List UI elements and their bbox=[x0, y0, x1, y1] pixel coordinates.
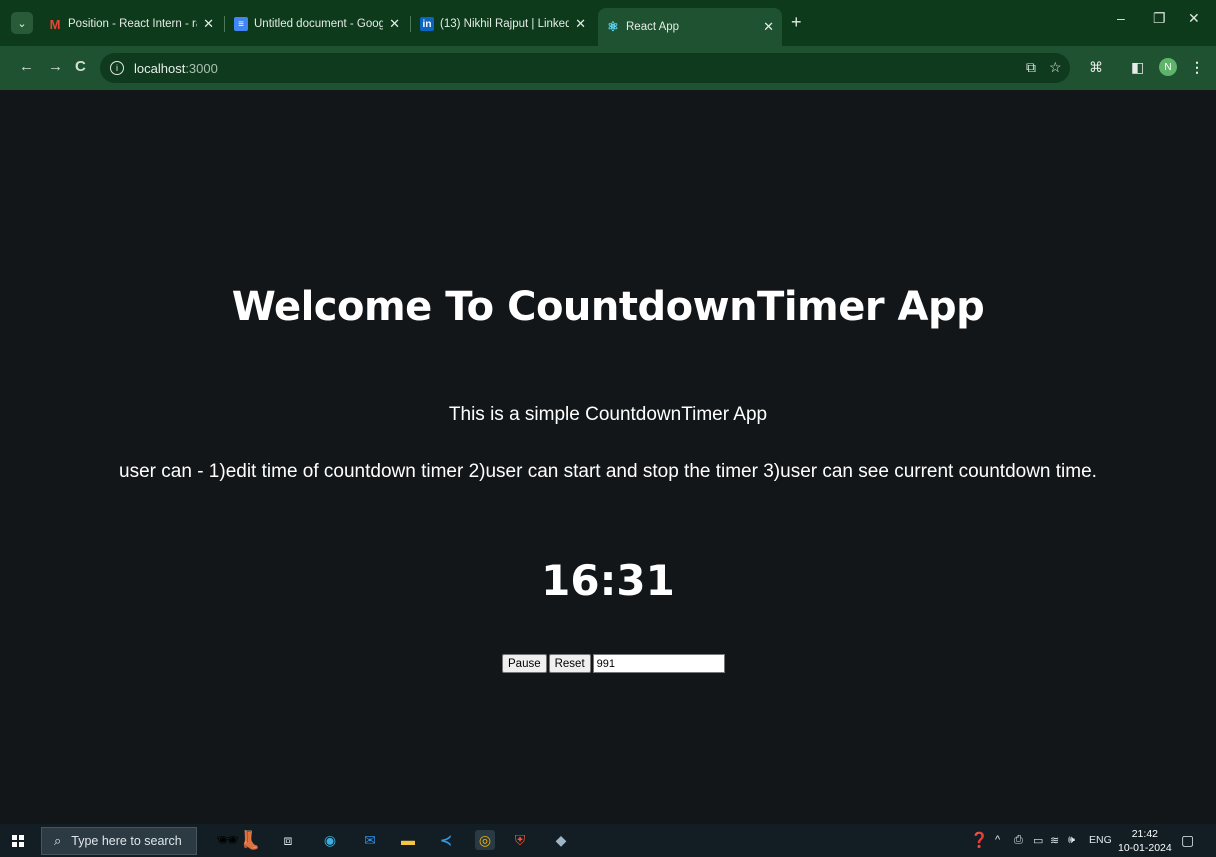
tab-title: Position - React Intern - rajnikh bbox=[68, 18, 197, 30]
new-tab-button[interactable]: + bbox=[791, 12, 802, 33]
tab-close-icon[interactable]: ✕ bbox=[575, 16, 586, 32]
google-docs-icon: ≡ bbox=[234, 17, 248, 31]
tray-chevron-icon[interactable]: ^ bbox=[995, 834, 1000, 846]
taskbar-search-box[interactable]: ⌕ Type here to search bbox=[41, 827, 197, 855]
tab-title: (13) Nikhil Rajput | LinkedIn bbox=[440, 18, 570, 30]
back-icon[interactable]: ← bbox=[19, 58, 34, 75]
more-menu-icon[interactable]: ⋮ bbox=[1190, 59, 1204, 76]
forward-icon[interactable]: → bbox=[48, 58, 63, 75]
address-bar[interactable]: i localhost:3000 bbox=[100, 53, 1070, 83]
mail-icon[interactable]: ✉ bbox=[360, 830, 380, 850]
reset-button[interactable]: Reset bbox=[548, 654, 591, 673]
clock-date: 10-01-2024 bbox=[1118, 842, 1172, 854]
features-text: user can - 1)edit time of countdown time… bbox=[119, 461, 1097, 482]
restore-icon[interactable]: ❐ bbox=[1153, 10, 1166, 27]
tab-title: Untitled document - Google Do bbox=[254, 18, 384, 30]
notepad-icon[interactable]: ◆ bbox=[551, 830, 571, 850]
gmail-icon: M bbox=[49, 16, 61, 32]
side-panel-icon[interactable]: ◧ bbox=[1131, 59, 1144, 76]
weather-widget-icon[interactable]: 🕶👢 bbox=[214, 830, 264, 850]
search-icon: ⌕ bbox=[54, 833, 62, 848]
taskbar: ⌕ Type here to search 🕶👢 ⧈ ◉ ✉ ▬ ≺ ◎ ⛨ ◆… bbox=[0, 824, 1216, 857]
browser-toolbar: ← → C i localhost:3000 ⧉ ☆ ⌘ ◧ N ⋮ bbox=[0, 46, 1216, 90]
tab-close-icon[interactable]: ✕ bbox=[203, 16, 214, 32]
site-info-icon[interactable]: i bbox=[110, 61, 124, 75]
battery-icon[interactable]: ▭ bbox=[1033, 834, 1043, 847]
chrome-icon[interactable]: ◎ bbox=[475, 830, 495, 850]
clock-time: 21:42 bbox=[1131, 828, 1158, 840]
time-input[interactable] bbox=[592, 654, 725, 673]
task-view-icon[interactable]: ⧈ bbox=[278, 830, 298, 850]
notification-icon[interactable]: ▢ bbox=[1181, 832, 1194, 849]
windows-start-icon[interactable] bbox=[12, 835, 24, 847]
taskbar-clock[interactable]: 21:42 10-01-2024 bbox=[1118, 827, 1172, 855]
tab-divider bbox=[224, 16, 225, 32]
search-placeholder: Type here to search bbox=[71, 834, 182, 848]
brave-browser-icon[interactable]: ⛨ bbox=[510, 830, 530, 850]
page-content: Welcome To CountdownTimer App This is a … bbox=[0, 90, 1216, 824]
vscode-icon[interactable]: ≺ bbox=[436, 830, 456, 850]
address-port: :3000 bbox=[185, 60, 218, 76]
tab-title: React App bbox=[626, 21, 680, 33]
device-icon[interactable]: ⎙ bbox=[1014, 834, 1023, 847]
countdown-display: 16:31 bbox=[541, 556, 675, 605]
file-explorer-icon[interactable]: ▬ bbox=[398, 830, 418, 850]
pause-button[interactable]: Pause bbox=[502, 654, 547, 673]
bookmark-star-icon[interactable]: ☆ bbox=[1049, 59, 1062, 76]
tab-linkedin[interactable]: in (13) Nikhil Rajput | LinkedIn ✕ bbox=[412, 8, 594, 40]
minimize-icon[interactable]: – bbox=[1117, 10, 1125, 26]
tab-strip: ⌄ M Position - React Intern - rajnikh ✕ … bbox=[0, 0, 1216, 46]
edge-browser-icon[interactable]: ◉ bbox=[320, 830, 340, 850]
tab-search-chevron-icon[interactable]: ⌄ bbox=[11, 12, 33, 34]
timer-controls: Pause Reset bbox=[502, 654, 725, 673]
wifi-icon[interactable]: ≋ bbox=[1050, 834, 1059, 847]
tab-react-app[interactable]: ⚛ React App ✕ bbox=[598, 8, 782, 46]
volume-icon[interactable]: 🕪 bbox=[1068, 834, 1075, 847]
reload-icon[interactable]: C bbox=[75, 58, 86, 75]
language-indicator[interactable]: ENG bbox=[1089, 834, 1112, 846]
linkedin-icon: in bbox=[420, 17, 434, 31]
help-icon[interactable]: ❓ bbox=[970, 831, 989, 849]
react-icon: ⚛ bbox=[607, 19, 619, 34]
tab-close-icon[interactable]: ✕ bbox=[763, 19, 774, 35]
tab-google-docs[interactable]: ≡ Untitled document - Google Do ✕ bbox=[226, 8, 408, 40]
tab-gmail[interactable]: M Position - React Intern - rajnikh ✕ bbox=[40, 8, 222, 40]
profile-avatar[interactable]: N bbox=[1159, 58, 1177, 76]
cast-icon[interactable]: ⧉ bbox=[1026, 59, 1036, 76]
tab-close-icon[interactable]: ✕ bbox=[389, 16, 400, 32]
tab-divider bbox=[410, 16, 411, 32]
extensions-icon[interactable]: ⌘ bbox=[1089, 59, 1103, 76]
intro-text: This is a simple CountdownTimer App bbox=[448, 404, 768, 425]
close-window-icon[interactable]: ✕ bbox=[1188, 10, 1200, 27]
address-host: localhost bbox=[134, 60, 186, 76]
page-title: Welcome To CountdownTimer App bbox=[231, 284, 985, 330]
